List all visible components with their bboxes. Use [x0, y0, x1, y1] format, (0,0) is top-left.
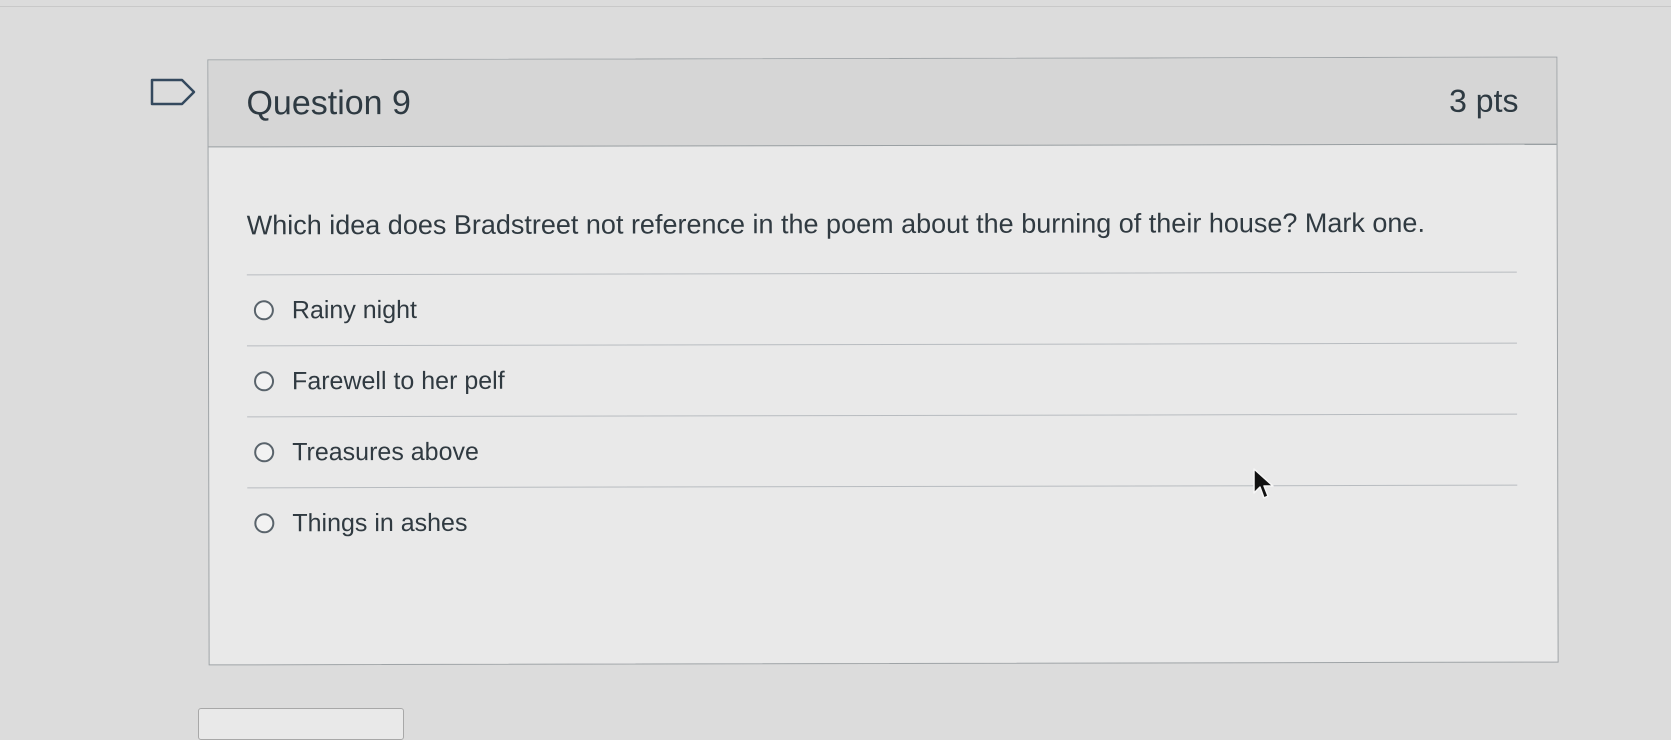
- answer-option-farewell-to-her-pelf[interactable]: Farewell to her pelf: [247, 344, 1517, 417]
- answer-label: Things in ashes: [292, 508, 468, 538]
- next-button[interactable]: [198, 708, 404, 740]
- answer-label: Farewell to her pelf: [292, 366, 505, 396]
- question-card: Question 9 3 pts Which idea does Bradstr…: [207, 56, 1559, 666]
- radio-button[interactable]: [254, 442, 275, 463]
- answer-option-things-in-ashes[interactable]: Things in ashes: [247, 486, 1517, 559]
- mouse-pointer-icon: [1253, 468, 1274, 499]
- radio-button[interactable]: [253, 300, 274, 321]
- radio-button[interactable]: [254, 513, 275, 534]
- flag-icon[interactable]: [150, 78, 196, 106]
- answer-option-treasures-above[interactable]: Treasures above: [247, 415, 1517, 488]
- question-title: Question 9: [246, 83, 411, 122]
- answer-label: Rainy night: [291, 295, 417, 325]
- page-top-divider: [0, 6, 1671, 7]
- question-text: Which idea does Bradstreet not reference…: [246, 207, 1425, 241]
- question-points: 3 pts: [1449, 82, 1519, 119]
- question-header: Question 9 3 pts: [208, 57, 1557, 148]
- question-body: Which idea does Bradstreet not reference…: [209, 145, 1558, 559]
- answer-option-rainy-night[interactable]: Rainy night: [247, 273, 1517, 346]
- answer-label: Treasures above: [292, 437, 479, 467]
- answer-list: Rainy night Farewell to her pelf Treasur…: [246, 271, 1518, 559]
- radio-button[interactable]: [254, 371, 275, 392]
